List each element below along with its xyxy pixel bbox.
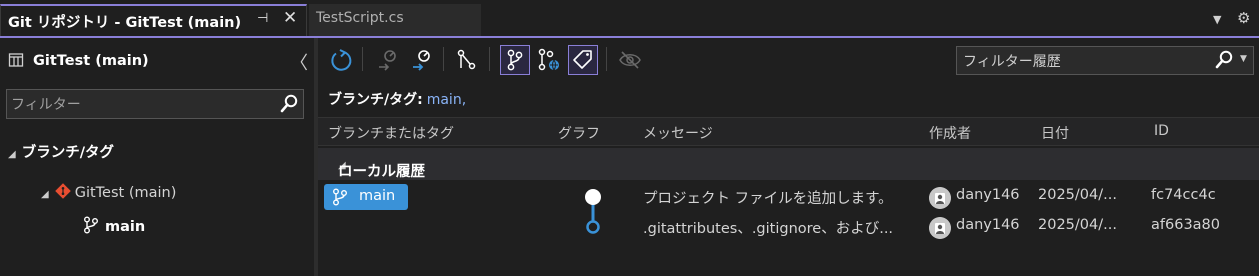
commit-author: dany146 <box>929 217 1047 239</box>
pin-icon[interactable]: ⊣ <box>257 11 268 26</box>
active-filter-value[interactable]: main, <box>427 92 466 108</box>
git-logo-icon <box>54 183 71 199</box>
branch-icon <box>333 188 347 206</box>
commit-date: 2025/04/... <box>1038 187 1117 203</box>
search-icon[interactable] <box>280 94 298 114</box>
tree-branch-label: main <box>105 219 146 235</box>
tab-testscript[interactable]: TestScript.cs <box>309 4 481 36</box>
branch-filter-placeholder: フィルター <box>11 97 81 113</box>
commit-author-name: dany146 <box>956 217 1020 233</box>
commit-message: .gitattributes、.gitignore、および... <box>643 221 894 237</box>
commit-id: fc74cc4c <box>1151 187 1216 203</box>
toolbar-separator <box>443 47 444 71</box>
tree-repository-node[interactable]: ◢ GitTest (main) <box>41 183 176 201</box>
commit-author-name: dany146 <box>956 187 1020 203</box>
column-header-date[interactable]: 日付 <box>1041 123 1069 143</box>
tree-branches-tags[interactable]: ◢ ブランチ/タグ <box>8 141 114 162</box>
fetch-icon <box>379 50 396 71</box>
refresh-button[interactable] <box>326 45 356 75</box>
avatar <box>929 217 951 239</box>
gear-icon[interactable]: ⚙ <box>1237 9 1250 27</box>
search-icon[interactable] <box>1215 50 1233 70</box>
show-remote-branches-toggle[interactable] <box>534 45 564 75</box>
show-branches-toggle[interactable] <box>500 45 530 75</box>
chevron-down-icon[interactable]: ▼ <box>1240 54 1247 64</box>
active-filter-label: ブランチ/タグ: <box>328 92 423 108</box>
column-header-row: ブランチまたはタグ グラフ メッセージ 作成者 日付 ID <box>318 117 1259 146</box>
document-tab-strip: Git リポジトリ - GitTest (main) ⊣ ✕ TestScrip… <box>0 0 1259 38</box>
tree-branch-main[interactable]: main <box>83 216 145 235</box>
branch-chip-label: main <box>359 188 396 204</box>
show-tags-toggle[interactable] <box>568 45 598 75</box>
commit-author: dany146 <box>929 187 1047 209</box>
active-filter: ブランチ/タグ: main, <box>328 89 466 109</box>
column-header-branch[interactable]: ブランチまたはタグ <box>328 123 454 143</box>
commit-id: af663a80 <box>1151 217 1221 233</box>
column-header-graph[interactable]: グラフ <box>558 123 600 143</box>
hide-toggle-button[interactable] <box>615 45 645 75</box>
history-toolbar: フィルター履歴 ▼ <box>318 38 1259 82</box>
commit-message: プロジェクト ファイルを追加します。 <box>643 191 893 207</box>
avatar <box>929 187 951 209</box>
group-local-history-label: ローカル履歴 <box>338 164 425 180</box>
tree-repository-label: GitTest (main) <box>74 185 177 201</box>
sync-icon <box>413 50 430 71</box>
tab-git-repository-title: Git リポジトリ - GitTest (main) <box>8 15 242 31</box>
tag-icon <box>573 50 592 69</box>
repository-title: GitTest (main) <box>33 53 149 69</box>
branch-chip[interactable]: main <box>324 184 408 210</box>
toolbar-separator <box>362 47 363 71</box>
eye-hidden-icon <box>619 51 641 69</box>
toolbar-separator <box>489 47 490 71</box>
history-filter-input[interactable]: フィルター履歴 ▼ <box>956 46 1254 75</box>
expand-icon[interactable]: ◢ <box>41 189 49 200</box>
expand-icon[interactable]: ◢ <box>8 149 16 160</box>
tab-testscript-title: TestScript.cs <box>316 10 404 26</box>
column-header-author[interactable]: 作成者 <box>929 123 971 143</box>
compare-icon <box>457 49 476 70</box>
history-filter-placeholder: フィルター履歴 <box>963 54 1061 70</box>
close-icon[interactable]: ✕ <box>283 8 297 28</box>
refresh-icon <box>331 49 352 71</box>
group-local-history[interactable]: ◢ ローカル履歴 <box>318 148 1259 180</box>
tab-git-repository[interactable]: Git リポジトリ - GitTest (main) ⊣ ✕ <box>0 4 307 36</box>
history-panel: フィルター履歴 ▼ ブランチ/タグ: main, ブランチまたはタグ グラフ メッ… <box>318 38 1259 276</box>
commit-row[interactable]: main プロジェクト ファイルを追加します。 dany146 2025/04/… <box>318 182 1259 212</box>
tree-branches-tags-label: ブランチ/タグ <box>21 145 114 161</box>
remote-branch-icon <box>538 48 559 71</box>
commit-date: 2025/04/... <box>1038 217 1117 233</box>
branches-panel: GitTest (main) 〈 フィルター ◢ ブランチ/タグ ◢ GitTes… <box>0 38 314 276</box>
collapse-panel-icon[interactable]: 〈 <box>290 49 308 75</box>
fetch-button[interactable] <box>372 45 402 75</box>
branch-icon <box>84 216 98 234</box>
branch-icon <box>507 49 523 71</box>
branch-filter-input[interactable]: フィルター <box>6 89 304 119</box>
column-header-id[interactable]: ID <box>1154 123 1169 139</box>
tab-list-dropdown-icon[interactable]: ▼ <box>1213 13 1221 26</box>
sync-button[interactable] <box>406 45 436 75</box>
column-header-message[interactable]: メッセージ <box>643 123 713 143</box>
repository-icon <box>8 53 24 67</box>
toolbar-separator <box>606 47 607 71</box>
commit-row[interactable]: .gitattributes、.gitignore、および... dany146… <box>318 212 1259 242</box>
compare-commits-button[interactable] <box>452 45 482 75</box>
